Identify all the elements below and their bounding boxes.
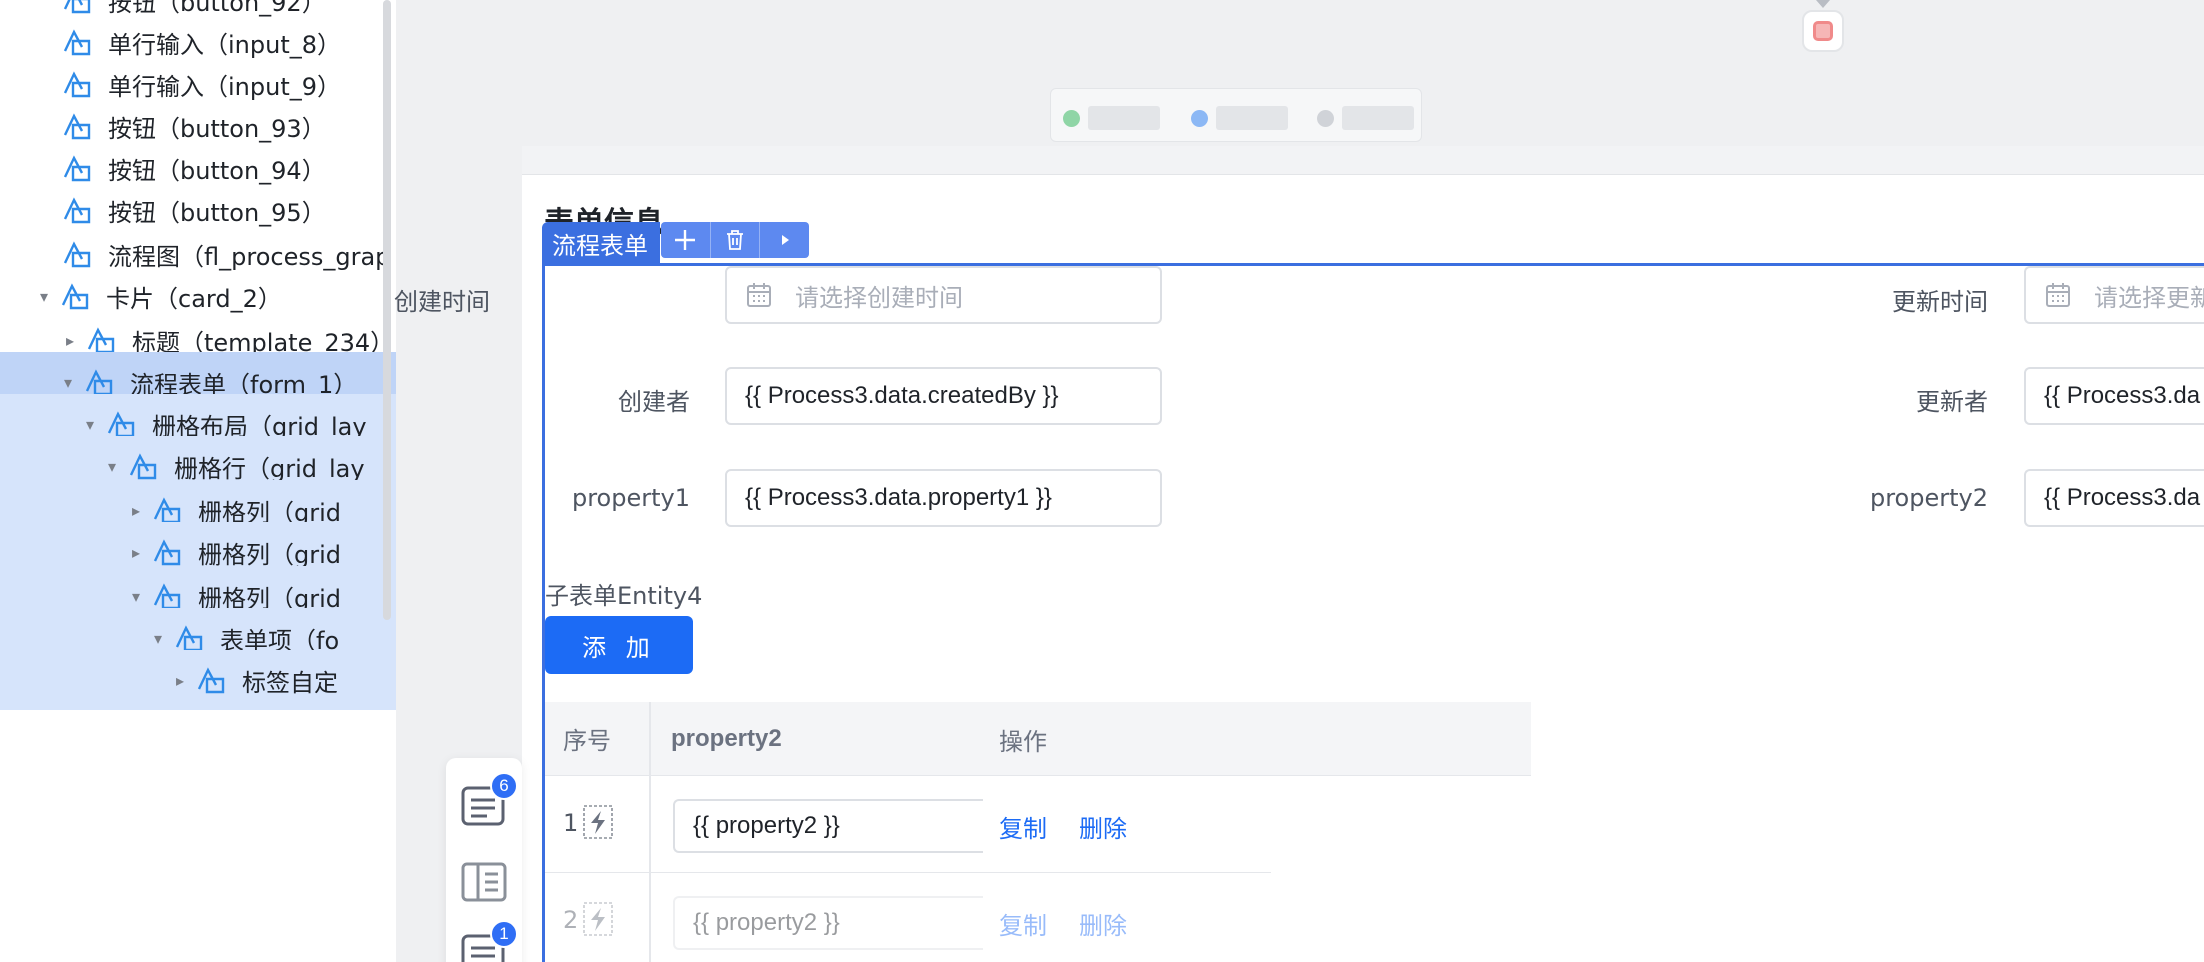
calendar-icon: [2046, 283, 2070, 307]
updated-time-placeholder: 请选择更新: [2094, 283, 2204, 312]
component-icon: [63, 71, 91, 98]
side-tool-panel: 6 1: [446, 758, 522, 962]
created-by-input[interactable]: {{ Process3.data.createdBy }}: [725, 367, 1162, 425]
column-header-index: 序号: [545, 702, 651, 776]
plus-icon: [675, 230, 696, 250]
caret-right-icon[interactable]: ▸: [126, 500, 146, 520]
caret-right-icon[interactable]: ▸: [60, 330, 80, 350]
tree-item-label: 按钮（button_95）: [108, 198, 326, 227]
delete-component-button[interactable]: [711, 222, 761, 258]
column-header-actions: 操作: [999, 727, 1047, 756]
sidebar-layout-icon: [461, 862, 507, 902]
caret-right-icon: [781, 235, 789, 245]
property1-label: property1: [571, 484, 690, 512]
row-index: 2: [563, 906, 579, 934]
outline-panel-button[interactable]: 6: [460, 772, 518, 830]
caret-right-icon[interactable]: ▸: [170, 670, 190, 690]
caret-down-icon[interactable]: ▾: [34, 286, 54, 306]
drag-handle-icon[interactable]: [581, 900, 615, 938]
end-node[interactable]: [1802, 10, 1844, 52]
row-delete-link[interactable]: 删除: [1079, 809, 1127, 844]
caret-down-icon[interactable]: ▾: [58, 372, 78, 392]
layout-panel-button[interactable]: [460, 858, 508, 906]
updated-time-picker[interactable]: 请选择更新: [2024, 266, 2204, 324]
component-icon: [153, 539, 181, 566]
outline-count-badge: 6: [490, 772, 518, 800]
component-icon: [87, 327, 115, 354]
component-icon: [153, 497, 181, 524]
created-time-picker[interactable]: 请选择创建时间: [725, 266, 1162, 324]
component-icon: [129, 453, 157, 480]
component-icon: [61, 283, 89, 310]
component-icon: [63, 29, 91, 56]
legend-placeholder-text: [1088, 106, 1160, 130]
updated-by-input[interactable]: {{ Process3.da: [2024, 367, 2204, 425]
legend-dot-green: [1063, 109, 1080, 127]
component-icon: [85, 369, 113, 396]
property2-label: property2: [1869, 484, 1988, 512]
trash-icon: [727, 230, 743, 250]
caret-right-icon[interactable]: ▸: [126, 542, 146, 562]
subform-table: 序号 property2 操作 1 {{ property2 }} 复制 删除 …: [545, 702, 1531, 962]
legend-placeholder-text: [1216, 106, 1288, 130]
tree-item-label: 栅格列（grid_: [198, 540, 354, 569]
tree-item-label: 卡片（card_2）: [106, 284, 282, 313]
flow-arrow-head: [1816, 0, 1830, 8]
flow-graph-canvas[interactable]: [522, 0, 2204, 146]
tree-item-label: 栅格行（grid_lay: [174, 454, 365, 483]
component-icon: [107, 411, 135, 438]
subform-title: 子表单Entity4: [545, 582, 703, 610]
drag-handle-icon[interactable]: [581, 803, 615, 841]
row-property2-input[interactable]: {{ property2 }}: [673, 799, 983, 853]
caret-down-icon[interactable]: ▾: [148, 628, 168, 648]
messages-count-badge: 1: [490, 920, 518, 948]
table-row: 2 {{ property2 }} 复制 删除: [545, 874, 1271, 962]
caret-down-icon[interactable]: ▾: [80, 414, 100, 434]
component-icon: [63, 113, 91, 140]
more-actions-button[interactable]: [760, 222, 809, 258]
tree-item-label: 标签自定: [242, 668, 338, 697]
legend-placeholder-text: [1342, 106, 1414, 130]
add-component-button[interactable]: [661, 222, 711, 258]
messages-panel-button[interactable]: 1: [460, 920, 518, 962]
property2-input[interactable]: {{ Process3.da: [2024, 469, 2204, 527]
created-time-placeholder: 请选择创建时间: [795, 283, 963, 312]
calendar-icon: [747, 283, 771, 307]
legend-dot-blue: [1191, 109, 1208, 127]
property1-input[interactable]: {{ Process3.data.property1 }}: [725, 469, 1162, 527]
selection-toolbar: [661, 222, 809, 258]
created-by-label: 创建者: [618, 388, 690, 416]
row-copy-link[interactable]: 复制: [999, 809, 1047, 844]
row-property2-input[interactable]: {{ property2 }}: [673, 896, 983, 950]
component-icon: [153, 583, 181, 610]
updated-time-label: 更新时间: [1892, 288, 1988, 316]
row-copy-link[interactable]: 复制: [999, 906, 1047, 941]
selection-label: 流程表单: [542, 222, 660, 264]
legend-item-blue: [1191, 106, 1288, 130]
component-icon: [197, 667, 225, 694]
flow-legend: [1050, 88, 1422, 142]
caret-down-icon[interactable]: ▾: [102, 456, 122, 476]
row-index: 1: [563, 809, 579, 837]
tree-item[interactable]: ▸ 标签自定: [0, 650, 396, 710]
component-tree: 按钮（button_92） 单行输入（input_8） 单行输入（input_9）按…: [0, 0, 396, 962]
stop-icon: [1813, 21, 1833, 41]
component-icon: [63, 155, 91, 182]
updated-by-label: 更新者: [1916, 388, 1988, 416]
created-time-label: 创建时间: [394, 288, 490, 316]
table-row: 1 {{ property2 }} 复制 删除: [545, 777, 1271, 873]
component-icon: [63, 197, 91, 224]
legend-item-gray: [1317, 106, 1414, 130]
add-row-button[interactable]: 添 加: [545, 616, 693, 674]
legend-dot-gray: [1317, 109, 1334, 127]
caret-down-icon[interactable]: ▾: [126, 586, 146, 606]
component-icon: [63, 241, 91, 268]
component-icon: [175, 625, 203, 652]
legend-item-green: [1063, 106, 1160, 130]
column-header-property2: property2: [671, 725, 782, 752]
row-delete-link[interactable]: 删除: [1079, 906, 1127, 941]
